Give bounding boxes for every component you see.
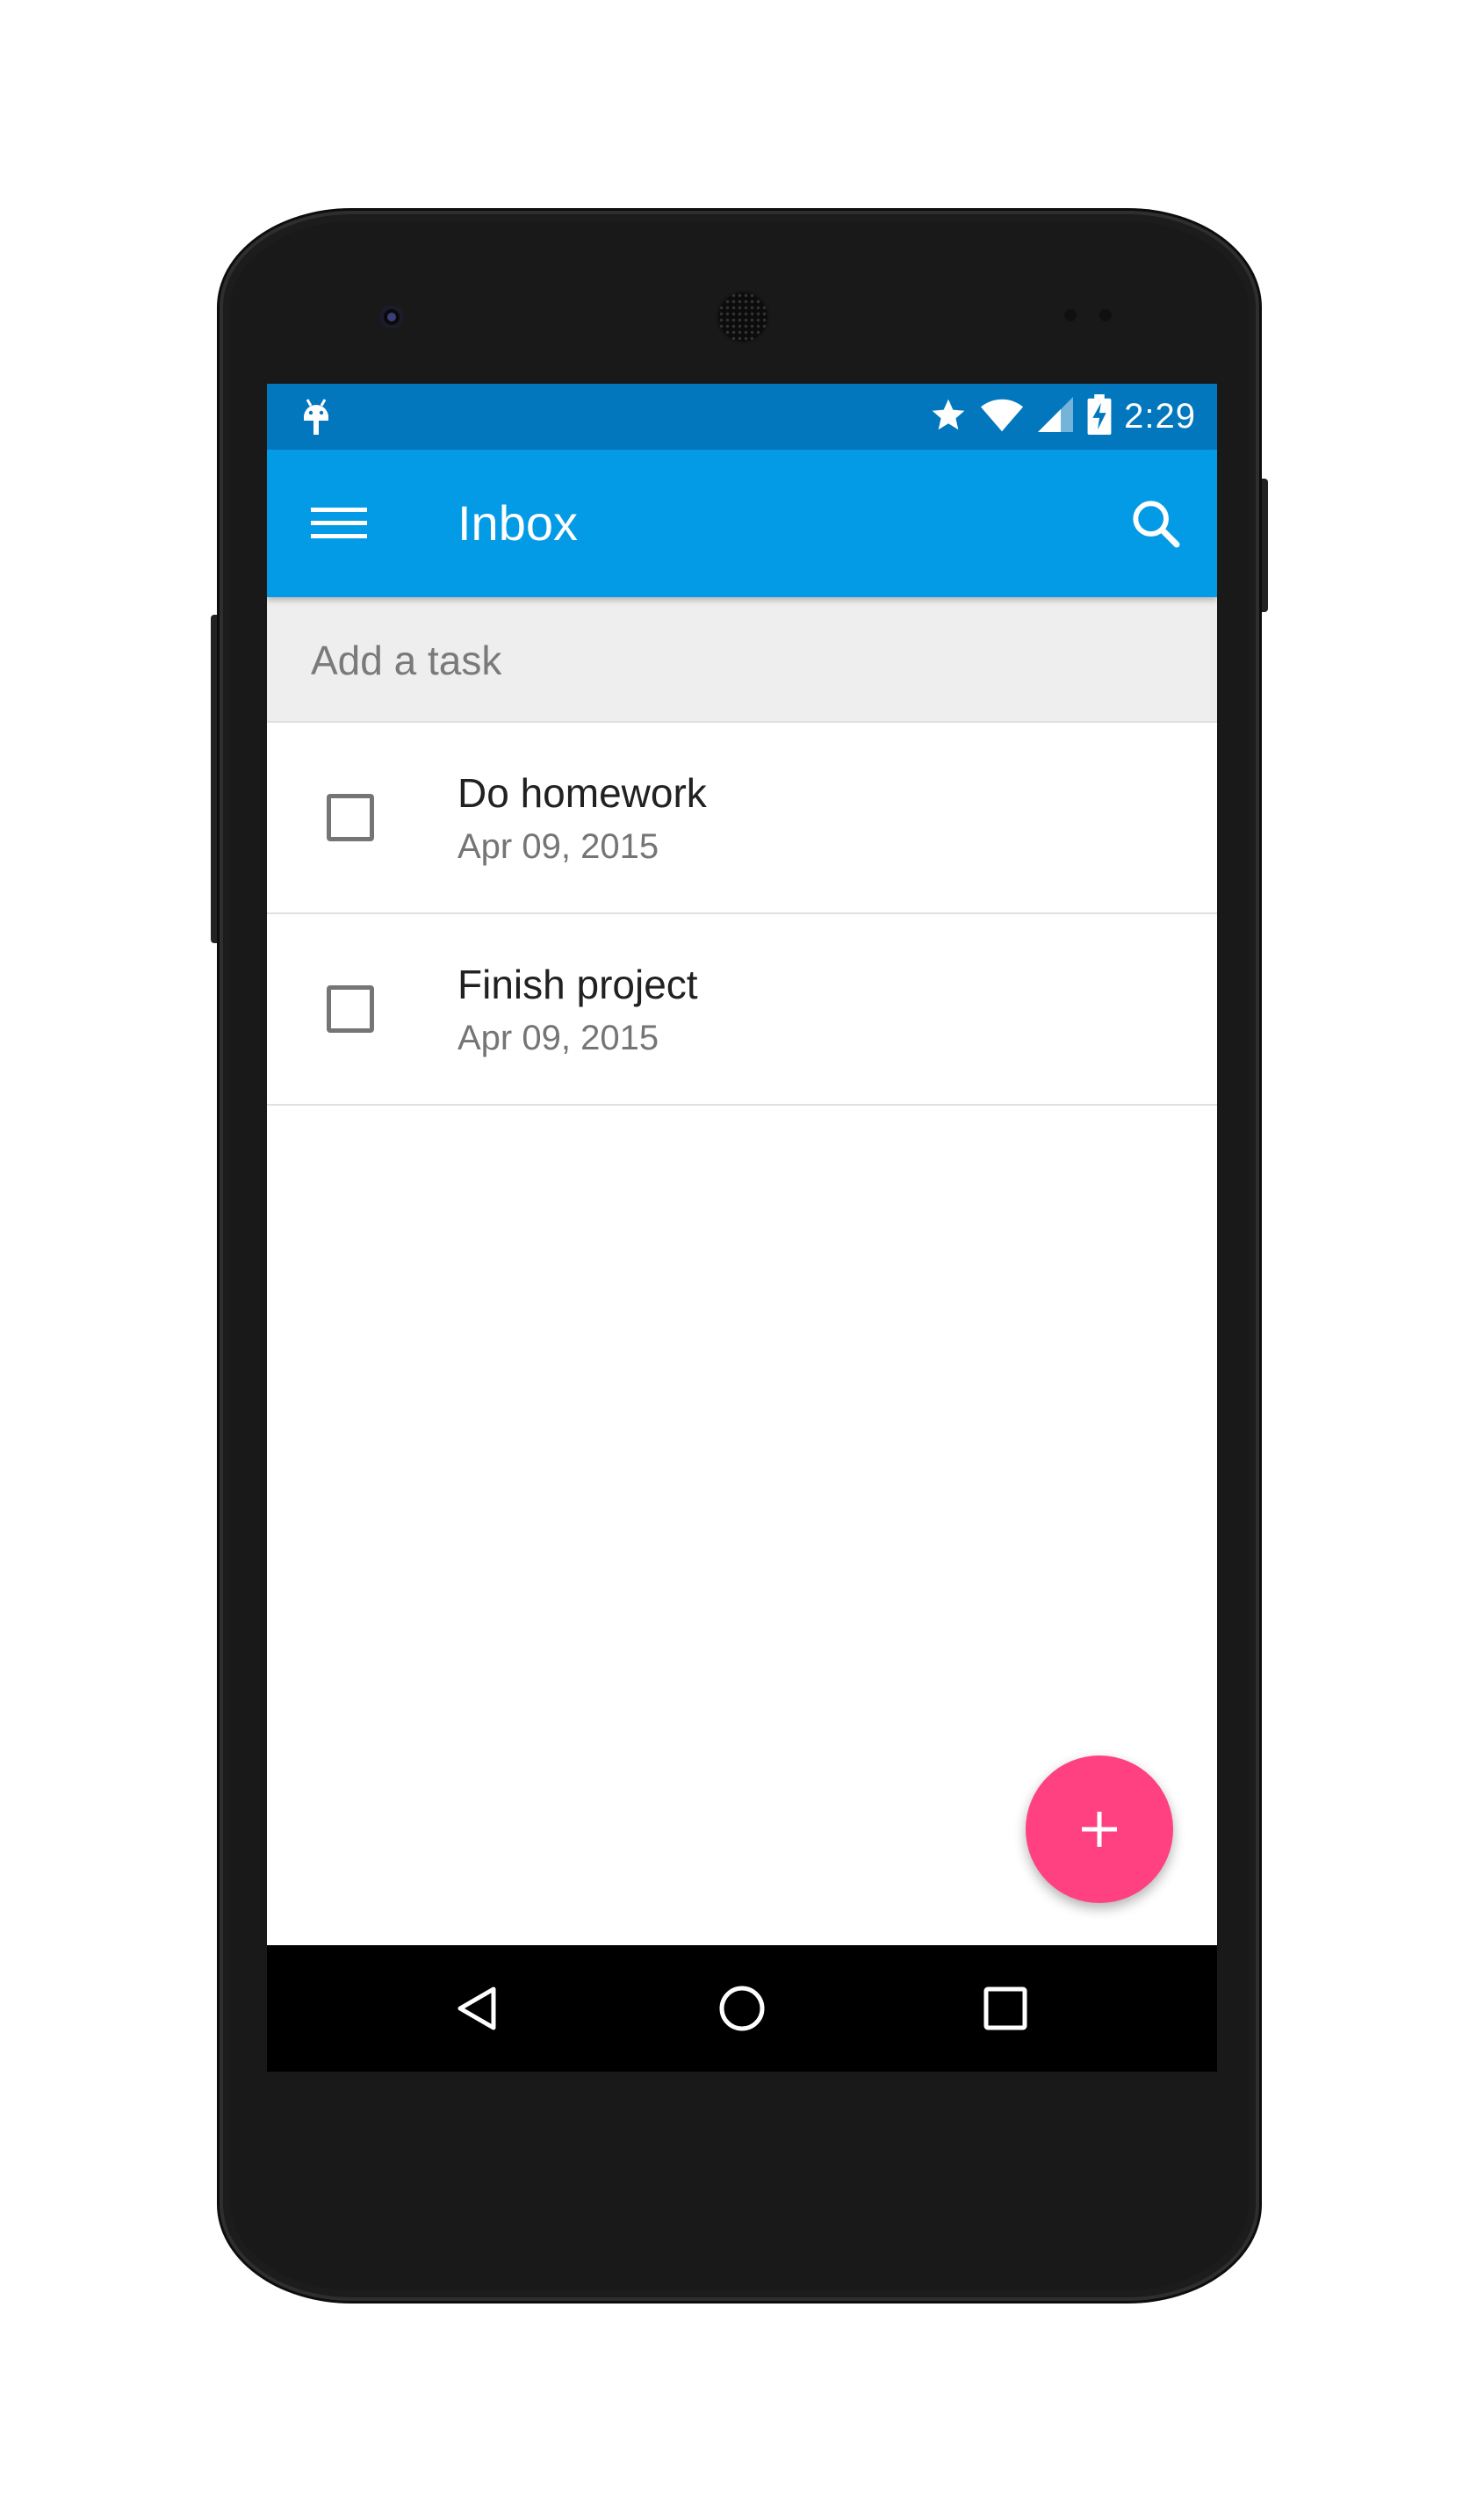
search-icon[interactable] xyxy=(1127,495,1184,552)
front-camera xyxy=(379,305,404,329)
earpiece-speaker xyxy=(718,292,767,342)
recents-square-icon[interactable] xyxy=(974,1977,1037,2040)
task-date: Apr 09, 2015 xyxy=(457,1019,659,1057)
hamburger-menu-icon[interactable] xyxy=(311,501,367,546)
plus-icon xyxy=(1082,1812,1117,1847)
proximity-sensor xyxy=(1064,309,1077,321)
task-title: Do homework xyxy=(457,770,707,816)
task-checkbox[interactable] xyxy=(327,794,374,841)
task-title: Finish project xyxy=(457,962,698,1007)
page-title: Inbox xyxy=(457,495,578,551)
home-circle-icon[interactable] xyxy=(710,1977,774,2040)
cell-signal-icon xyxy=(1036,395,1075,438)
wifi-icon xyxy=(980,395,1024,438)
back-triangle-icon[interactable] xyxy=(448,1977,511,2040)
screen: 2:29 Inbox Do homework Apr 09, 2015 xyxy=(267,384,1217,2072)
task-checkbox[interactable] xyxy=(327,985,374,1033)
list-item[interactable]: Finish project Apr 09, 2015 xyxy=(267,914,1217,1106)
add-task-input[interactable] xyxy=(309,625,1173,696)
light-sensor xyxy=(1099,309,1112,321)
android-debug-icon xyxy=(299,398,334,436)
navigation-bar xyxy=(267,1945,1217,2072)
add-task-bar xyxy=(267,597,1217,723)
list-item[interactable]: Do homework Apr 09, 2015 xyxy=(267,723,1217,914)
app-bar: Inbox xyxy=(267,450,1217,597)
add-task-fab[interactable] xyxy=(1026,1756,1173,1903)
star-icon xyxy=(929,395,968,438)
clock: 2:29 xyxy=(1124,397,1196,436)
status-bar: 2:29 xyxy=(267,384,1217,450)
task-date: Apr 09, 2015 xyxy=(457,827,659,866)
battery-charging-icon xyxy=(1087,394,1112,439)
task-list: Do homework Apr 09, 2015 Finish project … xyxy=(267,723,1217,1106)
